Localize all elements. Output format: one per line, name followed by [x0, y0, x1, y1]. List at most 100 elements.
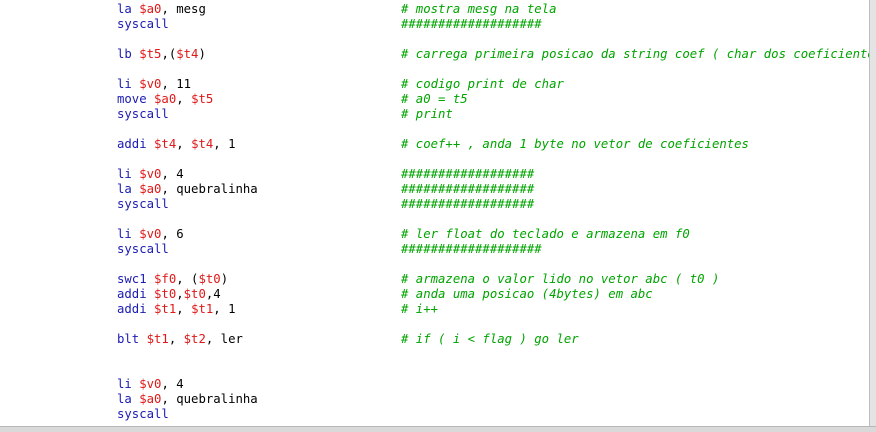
register-name: $t1 — [191, 302, 214, 316]
code-comment: # codigo print de char — [401, 77, 564, 91]
instruction-keyword: syscall — [117, 107, 169, 121]
code-comment: # print — [401, 107, 453, 121]
instruction-keyword: li — [117, 167, 132, 181]
instruction-keyword: swc1 — [117, 272, 147, 286]
register-name: $t1 — [154, 302, 177, 316]
code-line[interactable]: li $v0, 4 — [117, 377, 184, 392]
instruction-keyword: syscall — [117, 242, 169, 256]
register-name: $v0 — [139, 77, 162, 91]
code-text: , 1 — [213, 137, 236, 151]
instruction-keyword: addi — [117, 302, 147, 316]
code-line[interactable]: la $a0, mesg # mostra mesg na tela — [117, 2, 556, 17]
register-name: $t4 — [191, 137, 214, 151]
code-comment: # ler float do teclado e armazena em f0 — [401, 227, 690, 241]
horizontal-scrollbar[interactable] — [0, 426, 876, 432]
instruction-keyword: la — [117, 392, 132, 406]
code-comment: # armazena o valor lido no vetor abc ( t… — [401, 272, 720, 286]
code-editor[interactable]: la $a0, mesg # mostra mesg na tela syscall… — [0, 0, 870, 427]
register-name: $a0 — [154, 92, 177, 106]
instruction-keyword: li — [117, 227, 132, 241]
code-text: , 6 — [161, 227, 184, 241]
code-text: , ( — [176, 272, 199, 286]
code-line[interactable]: syscall ################## — [117, 197, 534, 212]
code-line[interactable]: li $v0, 11 # codigo print de char — [117, 77, 564, 92]
code-text: , — [176, 302, 192, 316]
register-name: $t2 — [183, 332, 206, 346]
code-line[interactable]: addi $t4, $t4, 1 # coef++ , anda 1 byte n… — [117, 137, 749, 152]
code-line[interactable]: blt $t1, $t2, ler # if ( i < flag ) go le… — [117, 332, 579, 347]
code-line[interactable]: syscall — [117, 407, 169, 422]
code-text: ,4 — [205, 287, 221, 301]
instruction-keyword: li — [117, 377, 132, 391]
code-comment: # mostra mesg na tela — [401, 2, 557, 16]
register-name: $t4 — [176, 47, 199, 61]
code-comment: ################### — [401, 242, 542, 256]
register-name: $t5 — [139, 47, 162, 61]
instruction-keyword: addi — [117, 287, 147, 301]
code-text: , — [168, 332, 184, 346]
code-line[interactable]: syscall ################### — [117, 242, 542, 257]
instruction-keyword: syscall — [117, 17, 169, 31]
vertical-scrollbar[interactable] — [869, 0, 876, 432]
code-text: , 4 — [161, 377, 184, 391]
instruction-keyword: lb — [117, 47, 132, 61]
code-comment: ################## — [401, 182, 535, 196]
instruction-keyword: la — [117, 182, 132, 196]
instruction-keyword: move — [117, 92, 147, 106]
instruction-keyword: la — [117, 2, 132, 16]
instruction-keyword: syscall — [117, 197, 169, 211]
register-name: $a0 — [139, 182, 162, 196]
code-line[interactable]: addi $t1, $t1, 1 # i++ — [117, 302, 438, 317]
code-comment: # i++ — [401, 302, 439, 316]
code-text: , quebralinha — [161, 392, 258, 406]
code-text: , ler — [205, 332, 243, 346]
code-line[interactable]: la $a0, quebralinha ################## — [117, 182, 534, 197]
instruction-keyword: syscall — [117, 407, 169, 421]
register-name: $t5 — [191, 92, 214, 106]
code-comment: ################## — [401, 197, 535, 211]
code-line[interactable]: la $a0, quebralinha — [117, 392, 258, 407]
register-name: $t4 — [154, 137, 177, 151]
register-name: $t0 — [183, 287, 206, 301]
code-line[interactable]: syscall ################### — [117, 17, 542, 32]
code-comment: # coef++ , anda 1 byte no vetor de coefi… — [401, 137, 749, 151]
register-name: $v0 — [139, 227, 162, 241]
instruction-keyword: blt — [117, 332, 140, 346]
instruction-keyword: addi — [117, 137, 147, 151]
code-comment: # a0 = t5 — [401, 92, 468, 106]
code-line[interactable]: li $v0, 4 ################## — [117, 167, 534, 182]
code-line[interactable]: lb $t5,($t4) # carrega primeira posicao d… — [117, 47, 870, 62]
code-comment: # carrega primeira posicao da string coe… — [401, 47, 870, 61]
code-text: , 11 — [161, 77, 192, 91]
register-name: $v0 — [139, 167, 162, 181]
code-line[interactable]: move $a0, $t5 # a0 = t5 — [117, 92, 468, 107]
code-text: ,( — [161, 47, 177, 61]
code-text: ) — [220, 272, 229, 286]
code-text: , quebralinha — [161, 182, 258, 196]
register-name: $t1 — [146, 332, 169, 346]
code-comment: # anda uma posicao (4bytes) em abc — [401, 287, 653, 301]
register-name: $t0 — [154, 287, 177, 301]
register-name: $t0 — [198, 272, 221, 286]
code-line[interactable]: li $v0, 6 # ler float do teclado e armaze… — [117, 227, 690, 242]
register-name: $a0 — [139, 392, 162, 406]
code-text: , — [176, 137, 192, 151]
code-text: , — [176, 287, 184, 301]
code-line[interactable]: addi $t0,$t0,4 # anda uma posicao (4bytes… — [117, 287, 653, 302]
register-name: $a0 — [139, 2, 162, 16]
register-name: $v0 — [139, 377, 162, 391]
code-text: , mesg — [161, 2, 206, 16]
code-text: , — [176, 92, 192, 106]
code-text: , 1 — [213, 302, 236, 316]
code-text: , 4 — [161, 167, 184, 181]
code-line[interactable]: syscall # print — [117, 107, 453, 122]
code-text: ) — [198, 47, 206, 61]
code-line[interactable]: swc1 $f0, ($t0) # armazena o valor lido n… — [117, 272, 719, 287]
register-name: $f0 — [154, 272, 177, 286]
